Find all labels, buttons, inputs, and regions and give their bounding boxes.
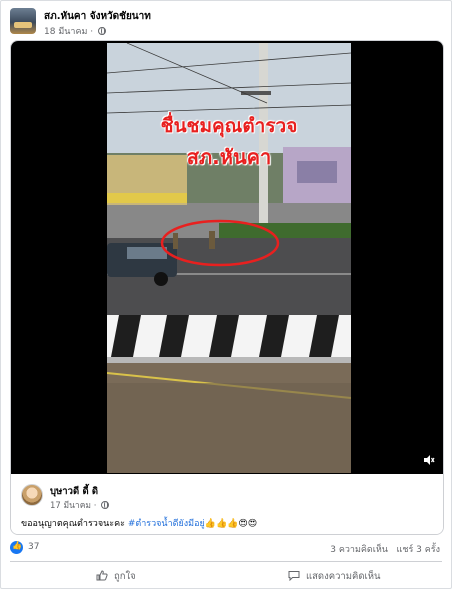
- video-overlay-subtitle: สภ.หันคา: [186, 145, 272, 169]
- engagement-stats: 3 ความคิดเห็น แชร์ 3 ครั้ง: [330, 542, 440, 556]
- comment-count[interactable]: 3 ความคิดเห็น: [330, 545, 388, 555]
- sharer-date[interactable]: 17 มีนาคม: [50, 501, 91, 511]
- divider: [10, 561, 442, 562]
- hashtag-link[interactable]: #ตำรวจน้ำดียังมีอยู่: [128, 519, 205, 529]
- meta-separator: ·: [87, 27, 96, 37]
- sharer-name[interactable]: บุษาวดี ดี้ ดิ: [50, 484, 98, 499]
- action-bar: ถูกใจ แสดงความคิดเห็น: [10, 565, 442, 587]
- sharer-meta: 17 มีนาคม ·: [50, 498, 110, 512]
- globe-icon: [98, 27, 106, 35]
- shared-text-body: ขออนุญาตคุณตำรวจนะคะ: [21, 519, 128, 529]
- shared-post-info: บุษาวดี ดี้ ดิ 17 มีนาคม · ขออนุญาตคุณตำ…: [11, 474, 443, 534]
- like-count[interactable]: 37: [28, 542, 39, 552]
- comment-icon: [288, 571, 300, 581]
- video-scene: [107, 43, 351, 473]
- share-count[interactable]: แชร์ 3 ครั้ง: [397, 545, 440, 555]
- page-name[interactable]: สภ.หันคา จังหวัดชัยนาท: [44, 9, 151, 24]
- like-reaction-icon[interactable]: [10, 541, 23, 554]
- comment-button[interactable]: แสดงความคิดเห็น: [288, 569, 381, 584]
- emoji-reactions: 👍👍👍😍😍: [204, 519, 258, 529]
- post-header: สภ.หันคา จังหวัดชัยนาท 18 มีนาคม ·: [10, 6, 430, 40]
- globe-icon: [101, 501, 110, 509]
- like-label: ถูกใจ: [114, 571, 136, 582]
- video-player[interactable]: ชื่นชมคุณตำรวจ สภ.หันคา: [11, 41, 443, 474]
- shared-post[interactable]: ชื่นชมคุณตำรวจ สภ.หันคา บุษาวดี ดี้ ดิ 1…: [10, 40, 444, 535]
- reactions-bar: 37 3 ความคิดเห็น แชร์ 3 ครั้ง: [10, 541, 442, 557]
- like-button[interactable]: ถูกใจ: [96, 569, 136, 584]
- meta-separator: ·: [91, 501, 100, 511]
- post-date[interactable]: 18 มีนาคม: [44, 27, 87, 37]
- shared-post-text: ขออนุญาตคุณตำรวจนะคะ #ตำรวจน้ำดียังมีอยู…: [21, 516, 257, 530]
- post-meta: 18 มีนาคม ·: [44, 24, 106, 38]
- sharer-avatar[interactable]: [21, 484, 43, 506]
- volume-icon[interactable]: [423, 454, 435, 466]
- video-overlay-title: ชื่นชมคุณตำรวจ: [160, 115, 298, 137]
- page-avatar[interactable]: [10, 8, 36, 34]
- thumbs-up-icon: [96, 570, 108, 581]
- video-frame[interactable]: ชื่นชมคุณตำรวจ สภ.หันคา: [107, 43, 351, 473]
- comment-label: แสดงความคิดเห็น: [306, 571, 381, 582]
